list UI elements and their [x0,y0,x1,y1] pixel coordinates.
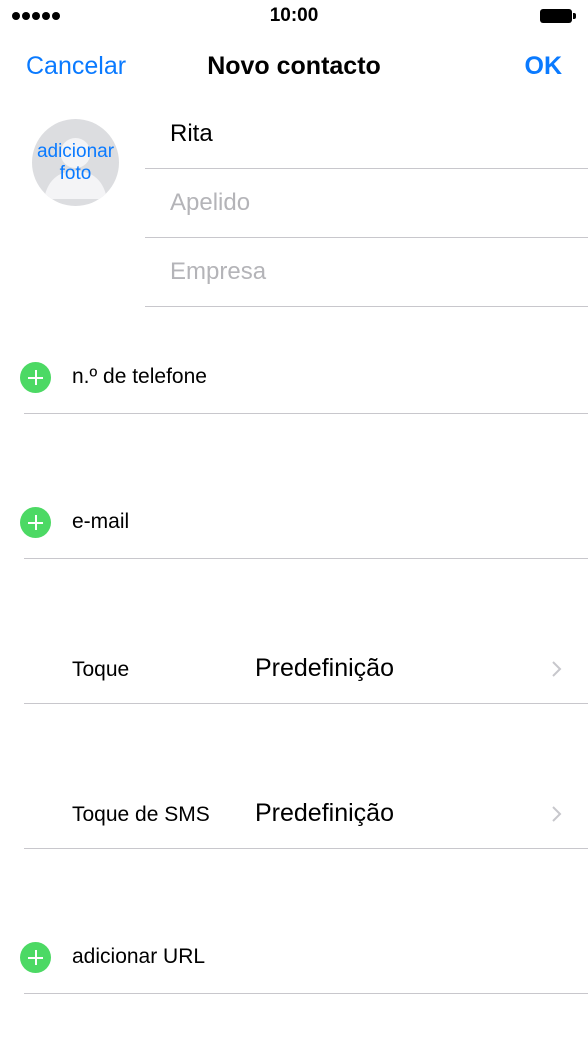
nav-bar: Cancelar Novo contacto OK [0,40,588,94]
ringtone-row[interactable]: Toque Predefinição [0,632,588,704]
separator [24,703,588,704]
battery-icon [540,9,576,23]
plus-circle-icon[interactable] [20,362,51,393]
ok-button[interactable]: OK [525,52,563,81]
chevron-right-icon [552,661,562,677]
company-input[interactable] [170,238,570,306]
status-time: 10:00 [269,5,319,26]
first-name-field [145,100,588,169]
text-tone-label: Toque de SMS [72,803,210,826]
chevron-right-icon [552,806,562,822]
add-phone-label: n.º de telefone [72,365,207,388]
text-tone-row[interactable]: Toque de SMS Predefinição [0,777,588,849]
ringtone-value: Predefinição [255,654,394,682]
add-email-row[interactable]: e-mail [0,487,588,559]
ringtone-label: Toque [72,658,130,681]
last-name-field [145,169,588,238]
add-phone-row[interactable]: n.º de telefone [0,342,588,414]
separator [24,993,588,994]
company-field [145,238,588,307]
add-url-label: adicionar URL [72,945,206,968]
add-email-label: e-mail [72,510,130,533]
page-title: Novo contacto [207,52,381,80]
add-photo-label: adicionar foto [36,141,115,184]
last-name-input[interactable] [170,169,570,237]
add-url-row[interactable]: adicionar URL [0,922,588,994]
plus-circle-icon[interactable] [20,507,51,538]
separator [24,413,588,414]
first-name-input[interactable] [170,100,570,168]
text-tone-value: Predefinição [255,799,394,827]
separator [24,558,588,559]
separator [24,848,588,849]
status-bar: 10:00 [0,0,588,34]
add-photo-button[interactable]: adicionar foto [32,119,119,206]
plus-circle-icon[interactable] [20,942,51,973]
